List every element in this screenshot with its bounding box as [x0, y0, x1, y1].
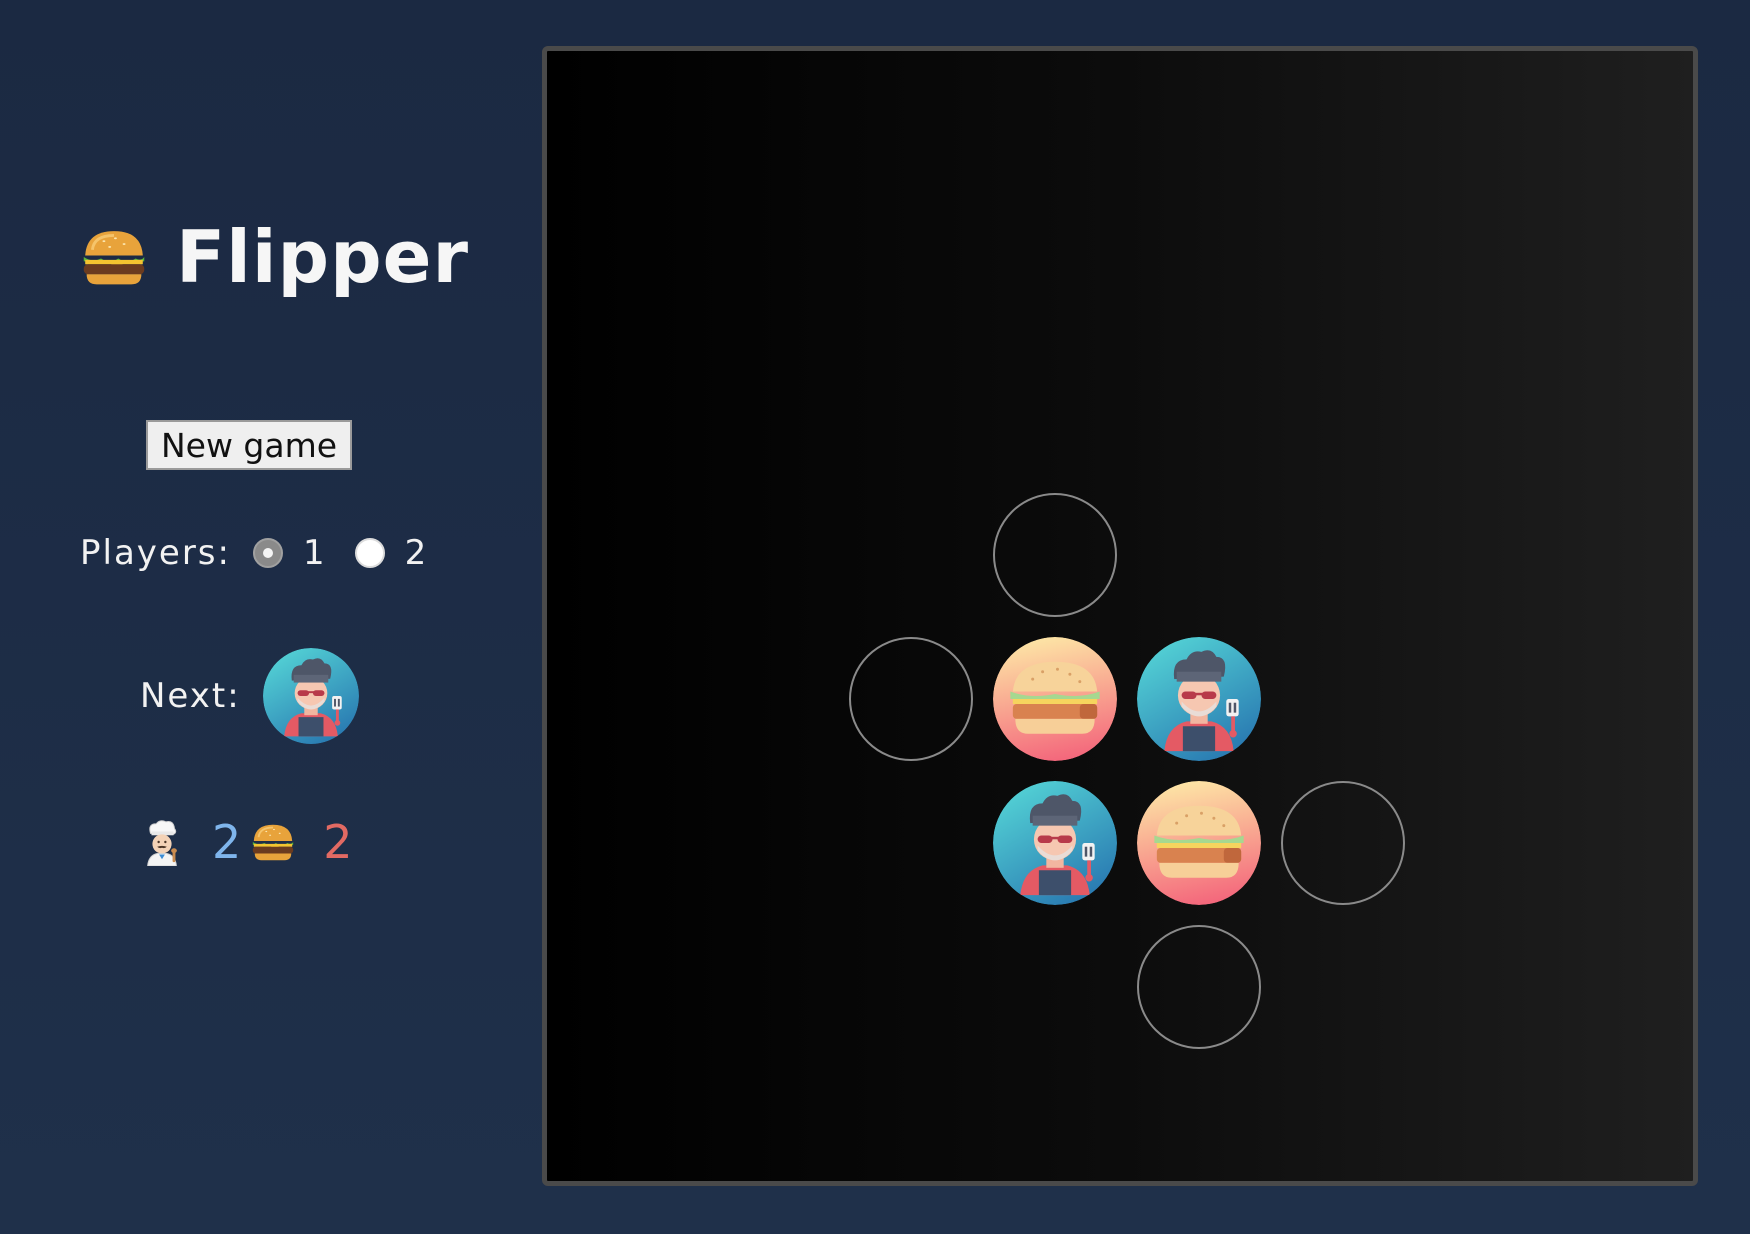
chef-score: 2 — [212, 815, 242, 869]
players-1-label: 1 — [302, 533, 327, 573]
burger-piece-icon — [1137, 781, 1261, 905]
app-header: Flipper — [78, 212, 469, 302]
next-chef-piece — [263, 648, 359, 744]
players-selector: Players: 1 2 — [80, 528, 456, 578]
new-game-button[interactable]: New game — [146, 420, 352, 470]
chef-piece-icon — [993, 781, 1117, 905]
burger-score: 2 — [323, 815, 353, 869]
app-title: Flipper — [176, 215, 469, 299]
game-board — [542, 46, 1698, 1186]
chef-icon — [138, 818, 186, 866]
scoreboard: 2 2 — [138, 812, 353, 872]
sidebar: Flipper New game Players: 1 2 Next: 2 2 — [0, 0, 520, 1234]
next-turn-indicator: Next: — [140, 648, 359, 744]
burger-piece — [1137, 781, 1261, 905]
burger-piece — [993, 637, 1117, 761]
players-label: Players: — [80, 533, 231, 573]
chef-piece-icon — [1137, 637, 1261, 761]
valid-move-cell[interactable] — [849, 637, 973, 761]
burger-piece-icon — [993, 637, 1117, 761]
players-2-radio[interactable] — [354, 538, 385, 568]
chef-piece-icon — [263, 648, 359, 744]
valid-move-cell[interactable] — [1281, 781, 1405, 905]
players-1-radio[interactable] — [252, 538, 283, 568]
players-2-label: 2 — [404, 533, 429, 573]
valid-move-cell[interactable] — [993, 493, 1117, 617]
next-label: Next: — [140, 676, 241, 716]
chef-piece — [1137, 637, 1261, 761]
chef-piece — [993, 781, 1117, 905]
burger-icon — [78, 221, 150, 293]
valid-move-cell[interactable] — [1137, 925, 1261, 1049]
burger-icon — [249, 818, 297, 866]
